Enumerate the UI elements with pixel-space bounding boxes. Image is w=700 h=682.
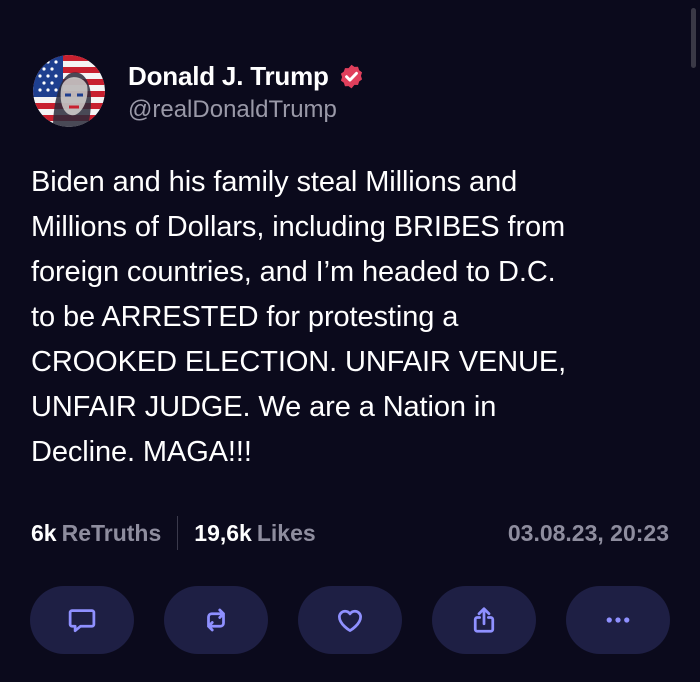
retruths-count: 6k <box>31 519 57 546</box>
retruths-label: ReTruths <box>61 519 162 546</box>
scrollbar[interactable] <box>691 8 696 68</box>
likes-label: Likes <box>256 519 316 546</box>
post-header: Donald J. Trump @realDonaldTrump <box>33 52 365 130</box>
avatar[interactable] <box>33 55 105 127</box>
retruths-stat[interactable]: 6k ReTruths <box>31 520 161 547</box>
comment-icon <box>68 609 96 633</box>
more-button[interactable] <box>566 586 670 654</box>
display-name-row: Donald J. Trump <box>128 58 365 94</box>
likes-count: 19,6k <box>194 519 252 546</box>
heart-icon <box>338 609 362 632</box>
retruth-button[interactable] <box>164 586 268 654</box>
reply-button[interactable] <box>30 586 134 654</box>
repost-icon <box>207 608 225 632</box>
post-timestamp: 03.08.23, 20:23 <box>507 519 669 546</box>
handle[interactable]: @realDonaldTrump <box>128 96 365 124</box>
likes-stat[interactable]: 19,6k Likes <box>194 520 315 547</box>
flag-portrait-avatar <box>33 55 105 127</box>
verified-badge-icon <box>340 64 362 88</box>
like-button[interactable] <box>298 586 402 654</box>
action-bar <box>30 586 670 654</box>
share-button[interactable] <box>432 586 536 654</box>
post-body: Biden and his family steal Millions and … <box>31 166 567 468</box>
display-name[interactable]: Donald J. Trump <box>128 61 329 92</box>
author-info: Donald J. Trump @realDonaldTrump <box>128 58 365 124</box>
more-icon <box>606 617 630 623</box>
post-stats: 6k ReTruths 19,6k Likes 03.08.23, 20:23 <box>31 514 669 552</box>
share-icon <box>473 607 495 633</box>
stats-divider <box>177 516 179 550</box>
